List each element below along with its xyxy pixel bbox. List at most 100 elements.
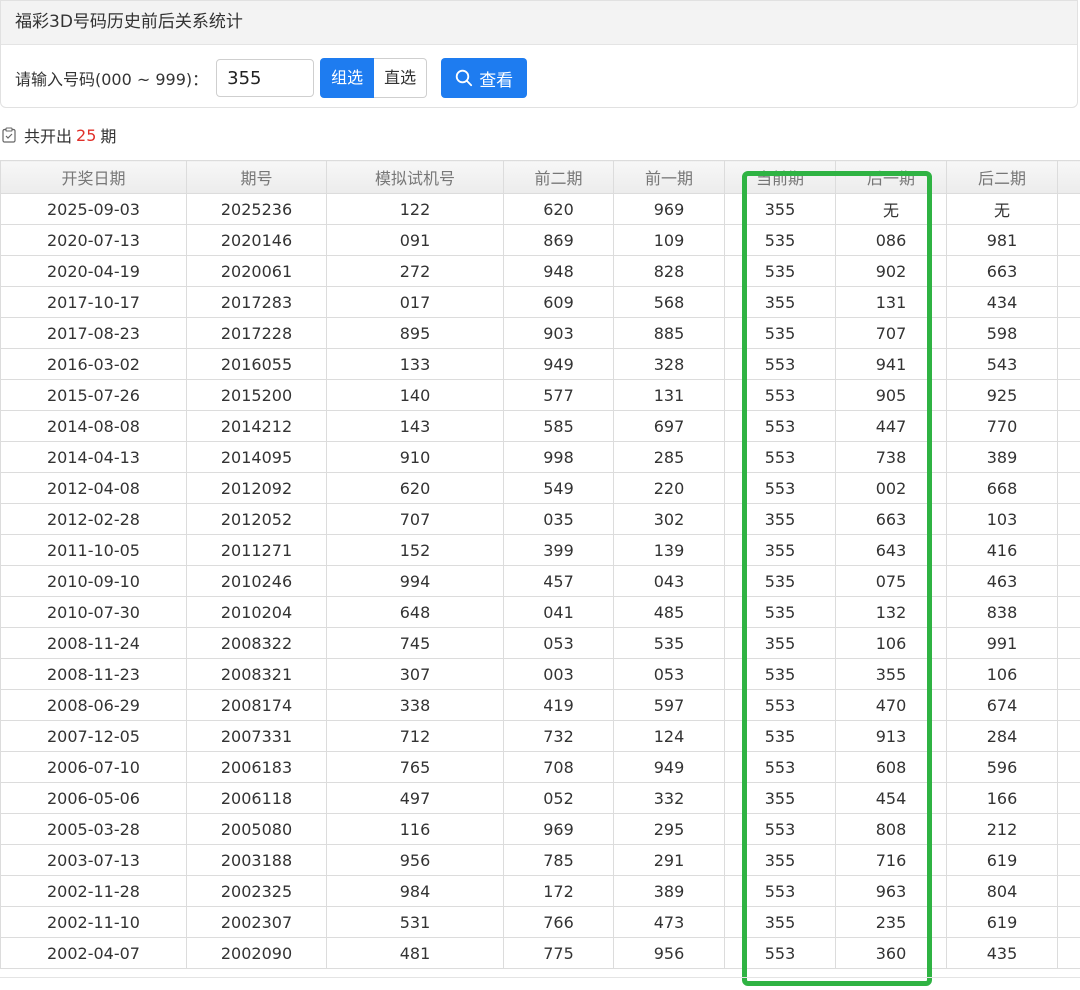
column-header[interactable]: 模拟试机号 xyxy=(326,160,504,194)
table-cell: 963 xyxy=(835,875,947,907)
table-row: 2006-07-10 2006183 765 708 949 553 608 596 xyxy=(0,751,1080,783)
column-header[interactable]: 前二期 xyxy=(503,160,614,194)
table-cell: 355 xyxy=(724,503,836,535)
number-input[interactable] xyxy=(216,59,315,97)
table-cell-overflow xyxy=(1057,472,1080,504)
table-cell: 497 xyxy=(326,782,504,814)
table-cell: 956 xyxy=(326,844,504,876)
table-cell: 738 xyxy=(835,441,947,473)
table-cell: 2020-07-13 xyxy=(0,224,187,256)
table-header-row: 开奖日期 期号 模拟试机号 前二期 前一期 当前期 后一期 后二期 xyxy=(0,160,1080,194)
table-cell: 2002-04-07 xyxy=(0,937,187,969)
table-row: 2017-08-23 2017228 895 903 885 535 707 598 xyxy=(0,317,1080,349)
table-cell-overflow xyxy=(1057,534,1080,566)
table-cell: 804 xyxy=(946,875,1058,907)
table-cell-overflow xyxy=(1057,689,1080,721)
table-cell: 043 xyxy=(613,565,725,597)
number-input-label: 请输入号码(000 ~ 999)： xyxy=(15,70,209,89)
table-cell: 712 xyxy=(326,720,504,752)
table-cell: 596 xyxy=(946,751,1058,783)
table-cell: 732 xyxy=(503,720,614,752)
table-cell: 643 xyxy=(835,534,947,566)
table-cell: 285 xyxy=(613,441,725,473)
table-cell: 355 xyxy=(724,627,836,659)
table-cell: 091 xyxy=(326,224,504,256)
table-cell: 447 xyxy=(835,410,947,442)
table-cell: 109 xyxy=(613,224,725,256)
table-cell: 553 xyxy=(724,379,836,411)
table-cell: 2008321 xyxy=(186,658,327,690)
table-row: 2025-09-03 2025236 122 620 969 355 无无 xyxy=(0,193,1080,225)
table-cell: 2014212 xyxy=(186,410,327,442)
direct-mode-button[interactable]: 直选 xyxy=(374,58,428,98)
table-cell: 991 xyxy=(946,627,1058,659)
table-cell: 535 xyxy=(724,317,836,349)
table-cell: 770 xyxy=(946,410,1058,442)
column-header[interactable]: 后二期 xyxy=(946,160,1058,194)
table-cell: 785 xyxy=(503,844,614,876)
table-cell: 2017228 xyxy=(186,317,327,349)
table-cell: 535 xyxy=(724,565,836,597)
column-header[interactable]: 当前期 xyxy=(724,160,836,194)
table-cell: 535 xyxy=(724,658,836,690)
table-row: 2006-05-06 2006118 497 052 332 355 454 166 xyxy=(0,782,1080,814)
table-row: 2014-08-08 2014212 143 585 697 553 447 770 xyxy=(0,410,1080,442)
table-cell: 2008322 xyxy=(186,627,327,659)
table-cell: 553 xyxy=(724,875,836,907)
table-cell: 2015200 xyxy=(186,379,327,411)
table-cell: 585 xyxy=(503,410,614,442)
table-cell-overflow xyxy=(1057,875,1080,907)
table-cell: 419 xyxy=(503,689,614,721)
table-cell: 2010-09-10 xyxy=(0,565,187,597)
table-cell: 166 xyxy=(946,782,1058,814)
table-cell: 2006118 xyxy=(186,782,327,814)
column-header[interactable]: 开奖日期 xyxy=(0,160,187,194)
table-cell: 124 xyxy=(613,720,725,752)
table-cell: 360 xyxy=(835,937,947,969)
group-mode-button[interactable]: 组选 xyxy=(320,58,375,98)
table-cell: 674 xyxy=(946,689,1058,721)
table-cell: 328 xyxy=(613,348,725,380)
table-cell: 716 xyxy=(835,844,947,876)
table-cell: 2006183 xyxy=(186,751,327,783)
table-cell: 949 xyxy=(503,348,614,380)
table-cell: 355 xyxy=(724,534,836,566)
table-cell: 553 xyxy=(724,441,836,473)
query-panel: 福彩3D号码历史前后关系统计 请输入号码(000 ~ 999)： 组选 直选 查… xyxy=(0,0,1078,108)
table-cell: 116 xyxy=(326,813,504,845)
table-cell: 531 xyxy=(326,906,504,938)
table-cell: 553 xyxy=(724,410,836,442)
column-header[interactable]: 期号 xyxy=(186,160,327,194)
mode-toggle: 组选 直选 xyxy=(320,58,428,98)
results-table: 开奖日期 期号 模拟试机号 前二期 前一期 当前期 后一期 后二期 2025-09-03 202… xyxy=(0,160,1080,969)
table-cell: 608 xyxy=(835,751,947,783)
table-cell: 235 xyxy=(835,906,947,938)
table-cell: 2010-07-30 xyxy=(0,596,187,628)
table-cell: 553 xyxy=(724,937,836,969)
table-cell: 553 xyxy=(724,348,836,380)
table-cell-overflow xyxy=(1057,720,1080,752)
table-cell: 2003188 xyxy=(186,844,327,876)
table-cell-overflow xyxy=(1057,379,1080,411)
column-header[interactable]: 后一期 xyxy=(835,160,947,194)
table-row: 2014-04-13 2014095 910 998 285 553 738 389 xyxy=(0,441,1080,473)
table-cell: 2005080 xyxy=(186,813,327,845)
table-row: 2005-03-28 2005080 116 969 295 553 808 212 xyxy=(0,813,1080,845)
column-header[interactable]: 前一期 xyxy=(613,160,725,194)
table-cell: 577 xyxy=(503,379,614,411)
table-cell: 106 xyxy=(835,627,947,659)
table-cell: 925 xyxy=(946,379,1058,411)
table-cell-overflow xyxy=(1057,937,1080,969)
table-row: 2002-04-07 2002090 481 775 956 553 360 435 xyxy=(0,937,1080,969)
search-button[interactable]: 查看 xyxy=(441,58,528,98)
table-row: 2015-07-26 2015200 140 577 131 553 905 925 xyxy=(0,379,1080,411)
table-cell: 648 xyxy=(326,596,504,628)
table-cell: 2012052 xyxy=(186,503,327,535)
table-cell: 775 xyxy=(503,937,614,969)
table-cell-overflow xyxy=(1057,782,1080,814)
table-cell: 2002307 xyxy=(186,906,327,938)
table-cell: 无 xyxy=(946,193,1058,225)
table-cell: 2002090 xyxy=(186,937,327,969)
table-cell: 553 xyxy=(724,751,836,783)
table-cell: 131 xyxy=(613,379,725,411)
